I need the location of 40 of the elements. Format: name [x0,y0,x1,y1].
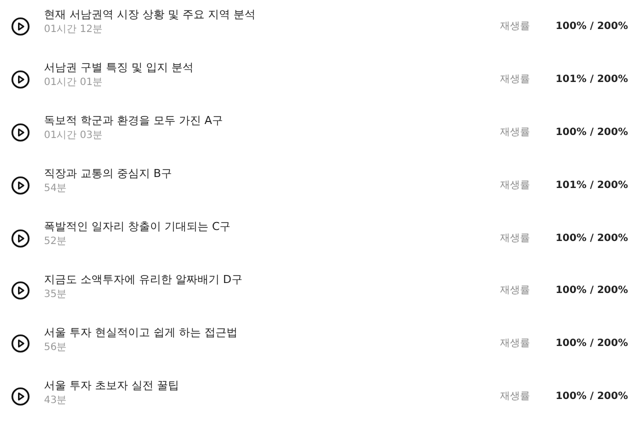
play-icon[interactable] [11,176,30,195]
lesson-duration: 43분 [44,394,68,408]
lesson-duration: 54분 [44,182,68,196]
lesson-title: 직장과 교통의 중심지 B구 [44,166,174,182]
playback-rate-label: 재생률 [500,232,531,246]
playback-rate: 100% / 200% [554,232,628,246]
playback-rate: 100% / 200% [554,284,628,298]
playback-rate: 101% / 200% [554,178,628,193]
lesson-duration: 52분 [44,235,68,249]
lesson-title: 폭발적인 일자리 창출이 기대되는 C구 [44,219,232,235]
lesson-title: 현재 서남권역 시장 상황 및 주요 지역 분석 [44,7,256,24]
lesson-duration: 56분 [44,340,68,355]
play-icon[interactable] [11,122,30,142]
play-icon[interactable] [11,281,30,300]
play-icon[interactable] [11,334,30,354]
play-icon[interactable] [11,228,30,248]
playback-rate-label: 재생률 [500,72,531,87]
lesson-title: 독보적 학군과 환경을 모두 가진 A구 [44,113,224,130]
play-icon[interactable] [11,70,30,89]
lesson-title: 지금도 소액투자에 유리한 알짜배기 D구 [44,272,244,288]
playback-rate-label: 재생률 [500,337,531,352]
lesson-duration: 01시간 12분 [44,23,104,38]
playback-rate: 100% / 200% [554,390,628,404]
playback-rate-label: 재생률 [500,126,531,140]
playback-rate-label: 재생률 [500,284,531,298]
lesson-duration: 01시간 01분 [44,76,104,90]
playback-rate-label: 재생률 [500,390,531,404]
playback-rate-label: 재생률 [500,178,531,193]
play-icon[interactable] [11,387,30,406]
lesson-duration: 01시간 03분 [44,129,104,144]
lesson-title: 서울 투자 초보자 실전 꿀팁 [44,378,180,394]
lesson-title: 서남권 구별 특징 및 입지 분석 [44,60,194,76]
lesson-duration: 35분 [44,288,68,302]
playback-rate: 101% / 200% [554,72,628,87]
playback-rate: 100% / 200% [554,337,628,352]
playback-rate-label: 재생률 [500,20,531,34]
play-icon[interactable] [11,16,30,36]
playback-rate: 100% / 200% [554,126,628,140]
playback-rate: 100% / 200% [554,20,628,34]
lesson-title: 서울 투자 현실적이고 쉽게 하는 접근법 [44,324,238,341]
